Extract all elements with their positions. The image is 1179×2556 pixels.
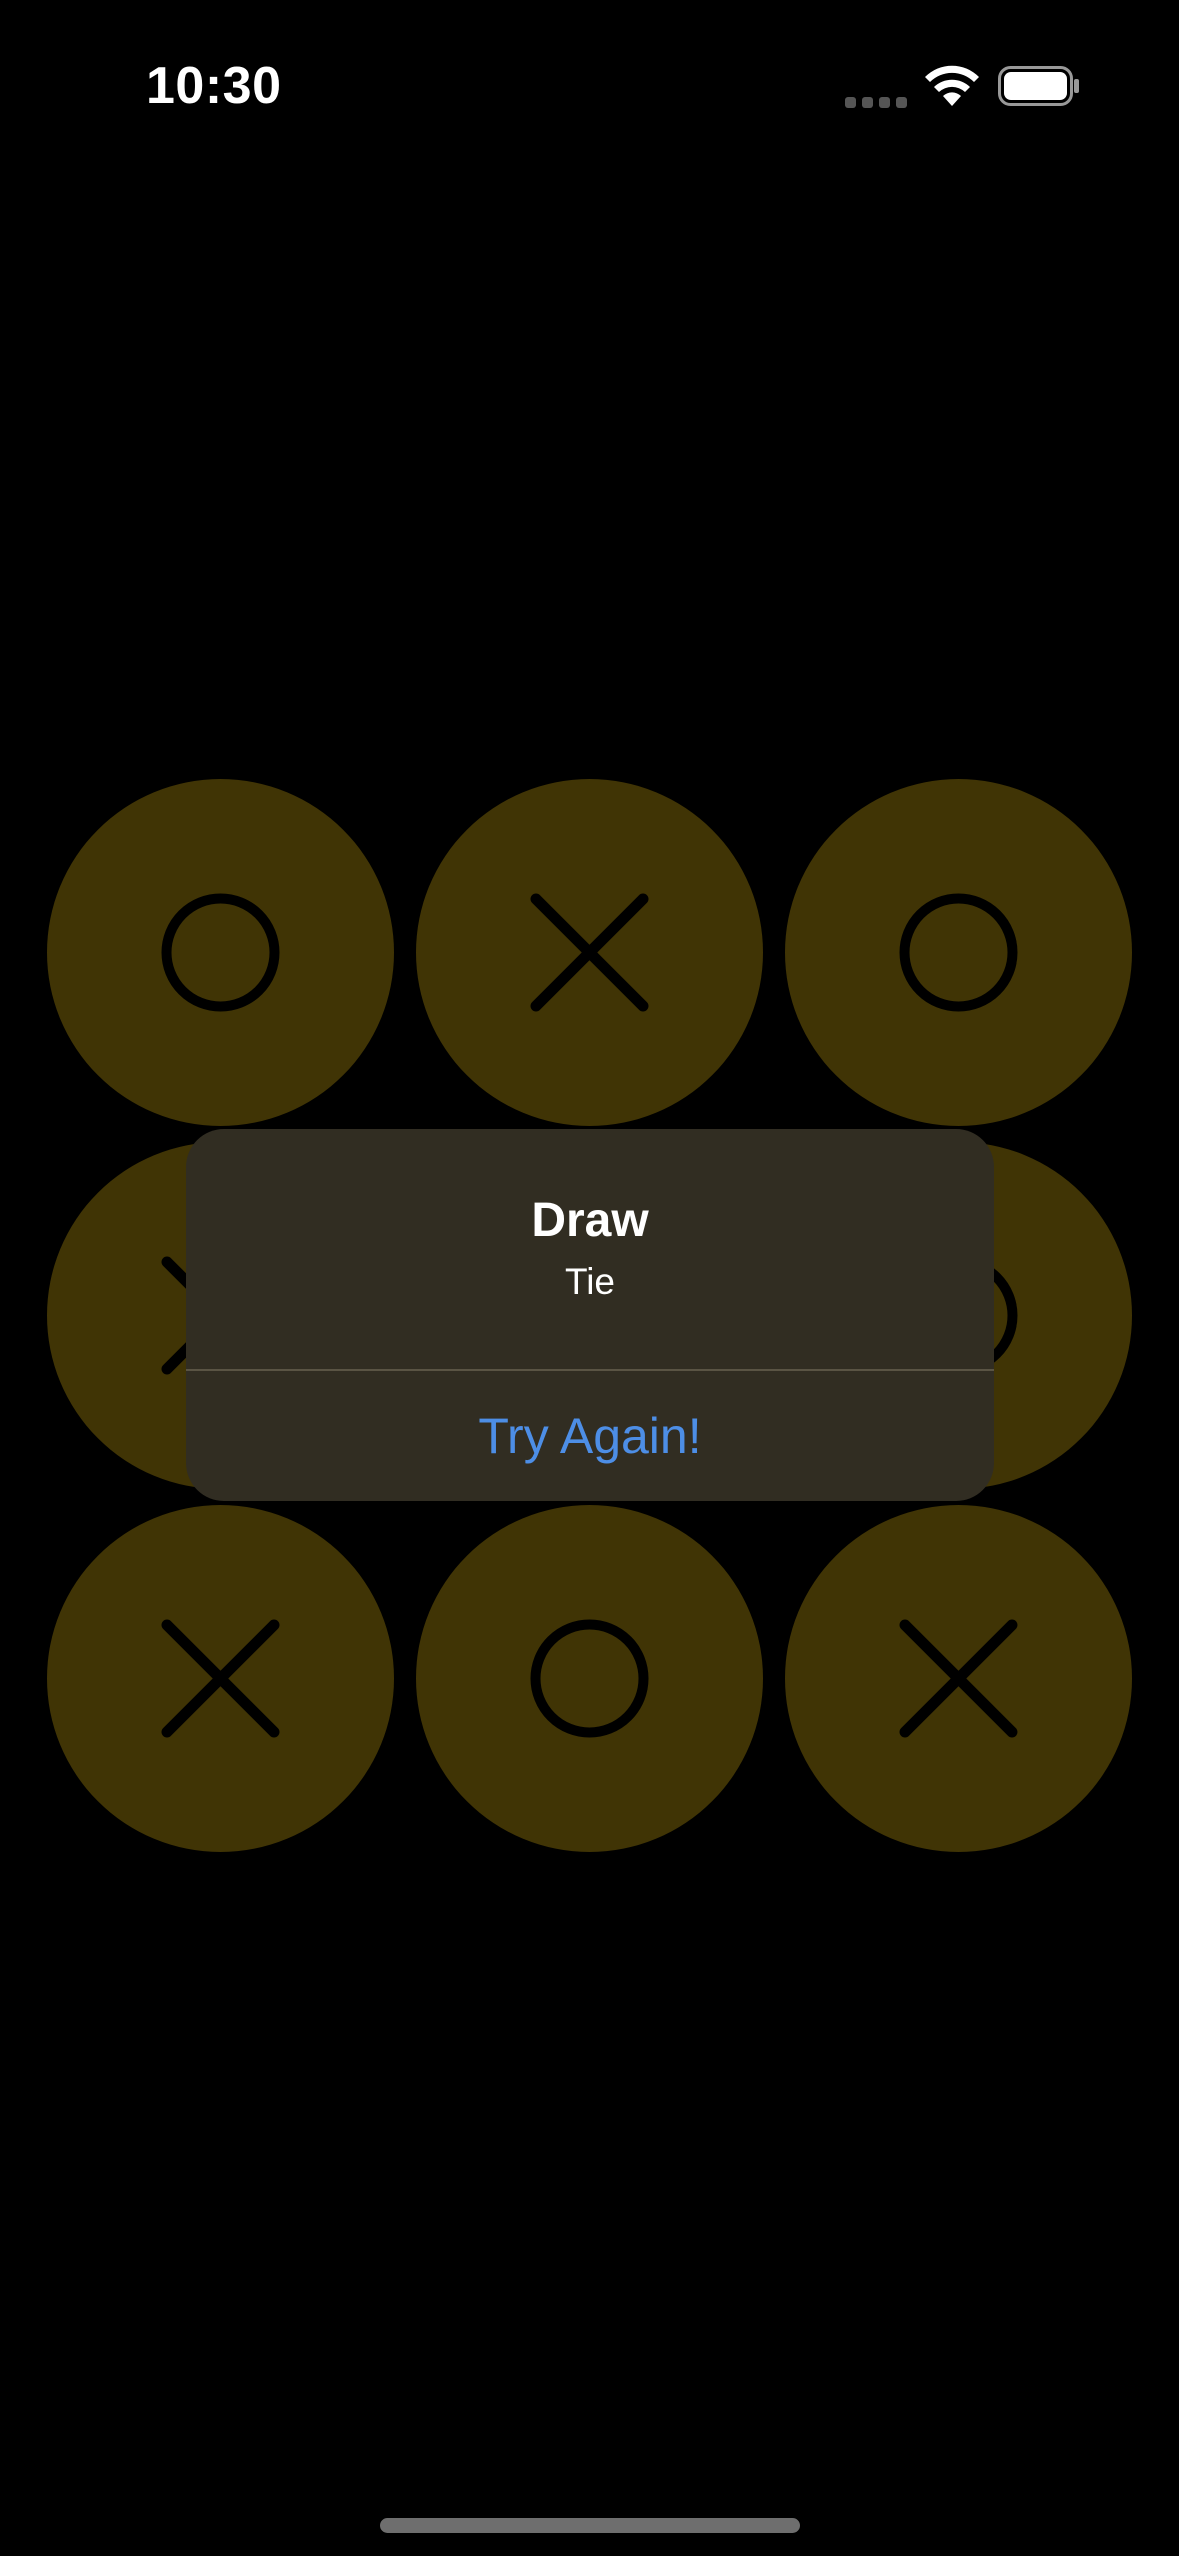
o-mark-icon [161,893,280,1012]
board-cell[interactable] [416,1505,763,1852]
board-cell[interactable] [47,779,394,1126]
board-cell[interactable] [785,779,1132,1126]
board-cell[interactable] [47,1505,394,1852]
try-again-button[interactable]: Try Again! [186,1371,994,1501]
board-cell[interactable] [785,1505,1132,1852]
x-mark-icon [161,1619,280,1738]
alert-title: Draw [531,1194,649,1247]
o-mark-icon [530,1619,649,1738]
board-cell[interactable] [416,779,763,1126]
o-mark-icon [899,893,1018,1012]
x-mark-icon [899,1619,1018,1738]
home-indicator[interactable] [380,2518,800,2533]
alert-message: Tie [564,1261,616,1302]
x-mark-icon [530,893,649,1012]
result-alert: Draw Tie Try Again! [186,1129,994,1501]
